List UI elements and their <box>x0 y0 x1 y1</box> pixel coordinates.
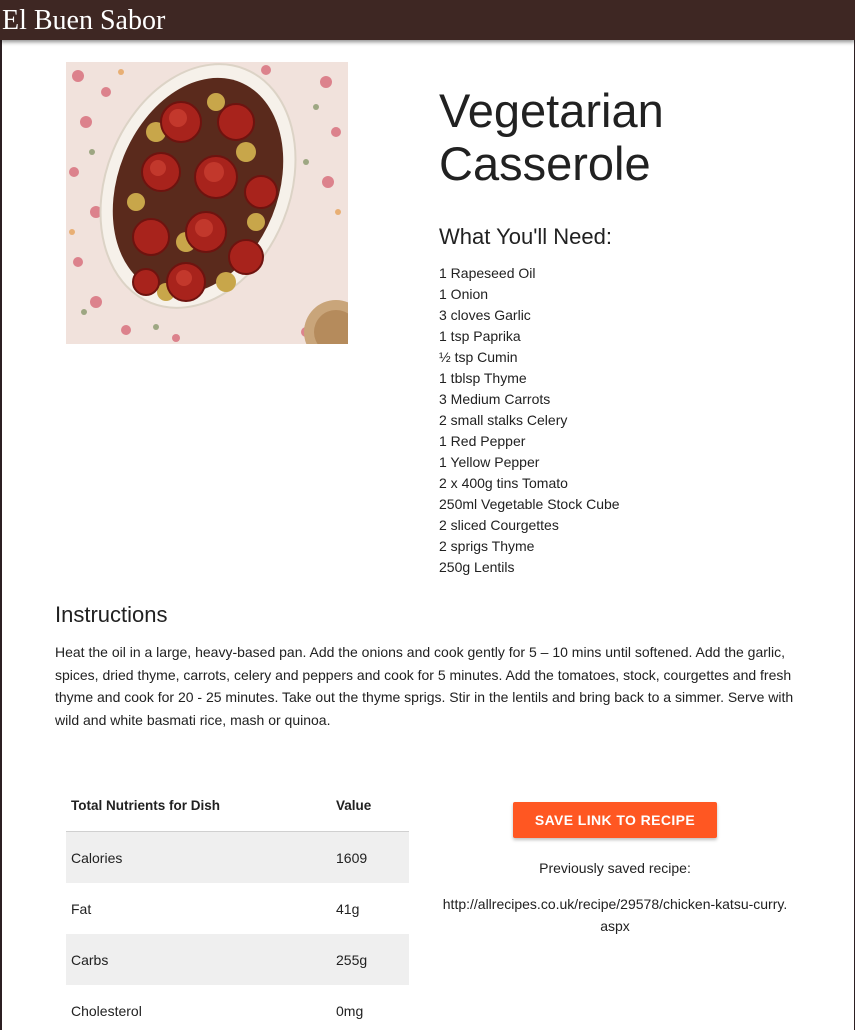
recipe-card: Vegetarian Casserole What You'll Need: 1… <box>2 40 854 1030</box>
ingredient-item: 1 tblsp Thyme <box>439 370 527 386</box>
nutrient-name: Calories <box>66 831 331 883</box>
ingredient-item: 2 x 400g tins Tomato <box>439 475 568 491</box>
nutrient-name: Cholesterol <box>71 1002 142 1019</box>
brand-logo[interactable]: El Buen Sabor <box>2 4 165 38</box>
recipe-image <box>66 62 348 344</box>
ingredient-item: 2 sliced Courgettes <box>439 517 559 533</box>
top-app-bar: El Buen Sabor <box>0 0 855 40</box>
ingredient-item: 3 Medium Carrots <box>439 391 551 407</box>
nutrients-table: Total Nutrients for Dish Value Calories … <box>66 780 409 1030</box>
column-header-nutrient: Total Nutrients for Dish <box>66 780 331 832</box>
nutrient-name: Fat <box>71 900 92 917</box>
nutrient-value: 1609 <box>331 831 409 883</box>
ingredient-item: 1 Onion <box>439 286 489 302</box>
instructions-text: Heat the oil in a large, heavy-based pan… <box>55 644 794 728</box>
ingredient-item: 1 tsp Paprika <box>439 328 521 344</box>
ingredient-item: 1 Red Pepper <box>439 433 526 449</box>
nutrient-value: 0mg <box>336 1002 364 1019</box>
save-link-button[interactable]: SAVE LINK TO RECIPE <box>513 802 717 838</box>
nutrient-value: 255g <box>331 934 409 985</box>
saved-recipe-link[interactable]: http://allrecipes.co.uk/recipe/29578/chi… <box>442 893 788 937</box>
ingredient-item: 250ml Vegetable Stock Cube <box>439 496 620 512</box>
ingredient-item: 1 Rapeseed Oil <box>439 265 536 281</box>
saved-recipe-label: Previously saved recipe: <box>539 860 691 876</box>
nutrient-value: 41g <box>336 900 360 917</box>
table-header-row: Total Nutrients for Dish Value <box>66 780 409 832</box>
table-row: Carbs 255g <box>66 934 409 985</box>
recipe-title: Vegetarian Casserole <box>439 84 664 190</box>
table-row: Calories 1609 <box>66 831 409 883</box>
ingredients-list: 1 Rapeseed Oil 1 Onion 3 cloves Garlic 1… <box>439 263 620 578</box>
column-header-value: Value <box>331 780 409 832</box>
nutrient-name: Carbs <box>66 934 331 985</box>
table-row: Fat 41g <box>66 883 409 934</box>
ingredient-item: 2 small stalks Celery <box>439 412 568 428</box>
table-row: Cholesterol 0mg <box>66 985 409 1030</box>
ingredient-item: 1 Yellow Pepper <box>439 454 540 470</box>
ingredient-item: 250g Lentils <box>439 559 515 575</box>
ingredient-item: 3 cloves Garlic <box>439 307 531 323</box>
ingredients-heading: What You'll Need: <box>439 224 612 249</box>
instructions-heading: Instructions <box>55 602 168 627</box>
ingredient-item: 2 sprigs Thyme <box>439 538 535 554</box>
ingredient-item: ½ tsp Cumin <box>439 349 518 365</box>
